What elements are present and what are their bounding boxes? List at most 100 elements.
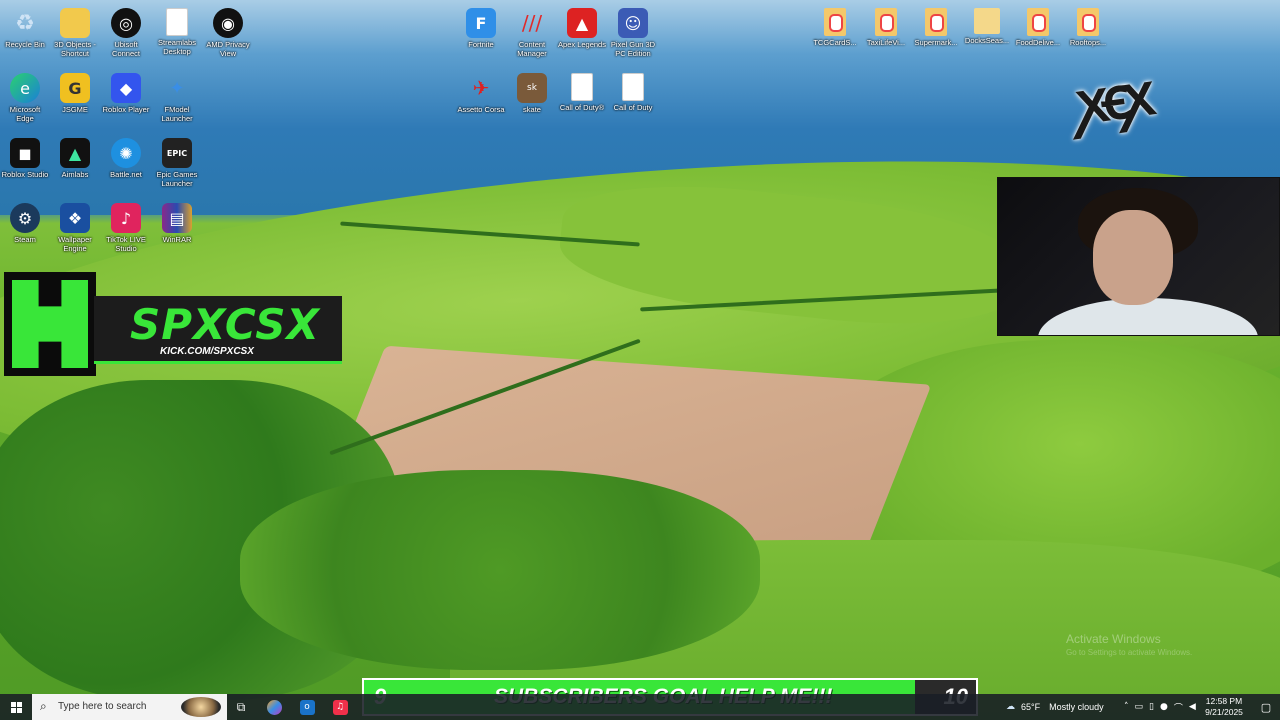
channel-url: KICK.COM/SPXCSX [160, 346, 254, 357]
desktop-icon-skate[interactable]: sk skate [507, 69, 557, 114]
desktop-icon-winrar[interactable]: ▤ WinRAR [152, 199, 202, 244]
battery-icon[interactable]: ▯ [1149, 702, 1154, 712]
icon-label: AMD Privacy View [206, 40, 250, 58]
network-icon[interactable]: ▭ [1135, 702, 1144, 712]
icon-label: Steam [14, 235, 36, 244]
file-icon [622, 73, 644, 101]
music-icon: ♫ [332, 699, 348, 715]
desktop-icon-pixel-gun[interactable]: ☺ Pixel Gun 3D PC Edition [608, 4, 658, 58]
start-button[interactable] [0, 694, 32, 720]
icon-label: Rooftops... [1069, 38, 1107, 47]
taskbar-search[interactable]: ⌕ Type here to search [32, 694, 227, 720]
edge-icon: e [10, 73, 40, 103]
clock-date: 9/21/2025 [1205, 707, 1243, 717]
weather-widget[interactable]: ☁ 65°F Mostly cloudy [1006, 694, 1104, 720]
desktop-icon-content-manager[interactable]: /// Content Manager [507, 4, 557, 58]
icon-label: Aimlabs [61, 170, 89, 179]
system-tray: ˄ ▭ ▯ ● ⌒ ◀ [1124, 694, 1196, 720]
taskbar-app-copilot[interactable] [259, 694, 289, 720]
channel-name: SPXCSX [130, 300, 320, 349]
system-clock[interactable]: 12:58 PM 9/21/2025 [1196, 696, 1252, 718]
notification-icon: ▢ [1260, 700, 1272, 714]
pdf-file-icon [1027, 8, 1049, 36]
icon-label: Streamlabs Desktop [158, 38, 196, 56]
icon-label: Call of Duty® [559, 103, 605, 112]
pdf-file-icon [824, 8, 846, 36]
icon-label: 3D Objects - Shortcut [54, 40, 96, 58]
epic-icon: EPIC [162, 138, 192, 168]
microphone-icon[interactable]: ● [1160, 702, 1168, 712]
pixel-gun-icon: ☺ [618, 8, 648, 38]
desktop-icon-folder[interactable]: DocksSeas... [962, 4, 1012, 45]
desktop-icon-fortnite[interactable]: F Fortnite [456, 4, 506, 49]
desktop-icon-roblox-studio[interactable]: ◼ Roblox Studio [0, 134, 50, 179]
desktop-icon-epic[interactable]: EPIC Epic Games Launcher [152, 134, 202, 188]
icon-label: Battle.net [110, 170, 142, 179]
steam-icon: ⚙ [10, 203, 40, 233]
brand-bar: SPXCSX KICK.COM/SPXCSX [94, 296, 342, 364]
desktop-icon-streamlabs[interactable]: Streamlabs Desktop [152, 4, 202, 56]
desktop-icon-battlenet[interactable]: ✺ Battle.net [101, 134, 151, 179]
desktop-icon-amd-privacy[interactable]: ◉ AMD Privacy View [203, 4, 253, 58]
clock-time: 12:58 PM [1205, 696, 1243, 706]
graffiti-logo: ꭗꞓꭗ [1072, 60, 1153, 138]
file-icon [166, 8, 188, 36]
desktop-icon-3d-objects[interactable]: 3D Objects - Shortcut [50, 4, 100, 58]
taskbar: ⌕ Type here to search ⧉ o ♫ ☁ 65°F Mostl… [0, 694, 1280, 720]
icon-label: Pixel Gun 3D PC Edition [610, 40, 656, 58]
file-icon [571, 73, 593, 101]
icon-label: Fortnite [468, 40, 494, 49]
desktop-icon-wallpaper-engine[interactable]: ❖ Wallpaper Engine [50, 199, 100, 253]
volume-icon[interactable]: ◀ [1189, 702, 1196, 712]
chevron-up-icon[interactable]: ˄ [1124, 702, 1129, 712]
taskbar-app-music[interactable]: ♫ [325, 694, 355, 720]
desktop-icon-jsgme[interactable]: G JSGME [50, 69, 100, 114]
taskbar-app-outlook[interactable]: o [292, 694, 322, 720]
desktop-icon-cod[interactable]: Call of Duty® [557, 69, 607, 112]
desktop-icon-file[interactable]: TCGCardS... [810, 4, 860, 47]
winrar-icon: ▤ [162, 203, 192, 233]
channel-brand-panel: SPXCSX KICK.COM/SPXCSX [0, 270, 345, 380]
jsgme-icon: G [60, 73, 90, 103]
icon-label: Epic Games Launcher [156, 170, 198, 188]
notification-button[interactable]: ▢ [1252, 694, 1280, 720]
battlenet-icon: ✺ [111, 138, 141, 168]
desktop-icon-fmodel[interactable]: ✦ FModel Launcher [152, 69, 202, 124]
skate-icon: sk [517, 73, 547, 103]
pdf-file-icon [875, 8, 897, 36]
task-view-button[interactable]: ⧉ [226, 694, 256, 720]
roblox-studio-icon: ◼ [10, 138, 40, 168]
desktop-icon-aimlabs[interactable]: ▲ Aimlabs [50, 134, 100, 179]
icon-label: FoodDelive... [1015, 38, 1061, 47]
desktop-icon-ubisoft[interactable]: ◎ Ubisoft Connect [101, 4, 151, 58]
icon-label: Roblox Studio [1, 170, 49, 179]
desktop-icon-tiktok[interactable]: ♪ TikTok LIVE Studio [101, 199, 151, 253]
icon-label: Supermark... [914, 38, 958, 47]
desktop-icon-edge[interactable]: e Microsoft Edge [0, 69, 50, 123]
copilot-icon [266, 699, 282, 715]
desktop-icon-cod[interactable]: Call of Duty [608, 69, 658, 112]
desktop-icon-file[interactable]: FoodDelive... [1013, 4, 1063, 47]
folder-icon [60, 8, 90, 38]
icon-label: Apex Legends [558, 40, 606, 49]
fmodel-icon: ✦ [169, 77, 185, 99]
desktop-icon-file[interactable]: TaxiLifeVi... [861, 4, 911, 47]
assetto-icon: ✈ [472, 76, 490, 100]
desktop-icon-file[interactable]: Rooftops... [1063, 4, 1113, 47]
activation-watermark-hint: Go to Settings to activate Windows. [1066, 648, 1193, 657]
roblox-icon: ◆ [111, 73, 141, 103]
desktop-icon-file[interactable]: Supermark... [911, 4, 961, 47]
desktop-icon-roblox-player[interactable]: ◆ Roblox Player [101, 69, 151, 114]
desktop-icon-steam[interactable]: ⚙ Steam [0, 199, 50, 244]
search-highlight-icon [181, 697, 221, 717]
icon-label: TaxiLifeVi... [866, 38, 906, 47]
icon-label: WinRAR [162, 235, 192, 244]
desktop-icon-recycle-bin[interactable]: ♻ Recycle Bin [0, 4, 50, 50]
desktop-icon-apex[interactable]: ▲ Apex Legends [557, 4, 607, 49]
desktop-icon-assetto[interactable]: ✈ Assetto Corsa [456, 69, 506, 114]
icon-label: FModel Launcher [161, 105, 193, 123]
wifi-icon[interactable]: ⌒ [1174, 701, 1183, 714]
ubisoft-icon: ◎ [111, 8, 141, 38]
task-view-icon: ⧉ [236, 699, 246, 714]
pdf-file-icon [1077, 8, 1099, 36]
